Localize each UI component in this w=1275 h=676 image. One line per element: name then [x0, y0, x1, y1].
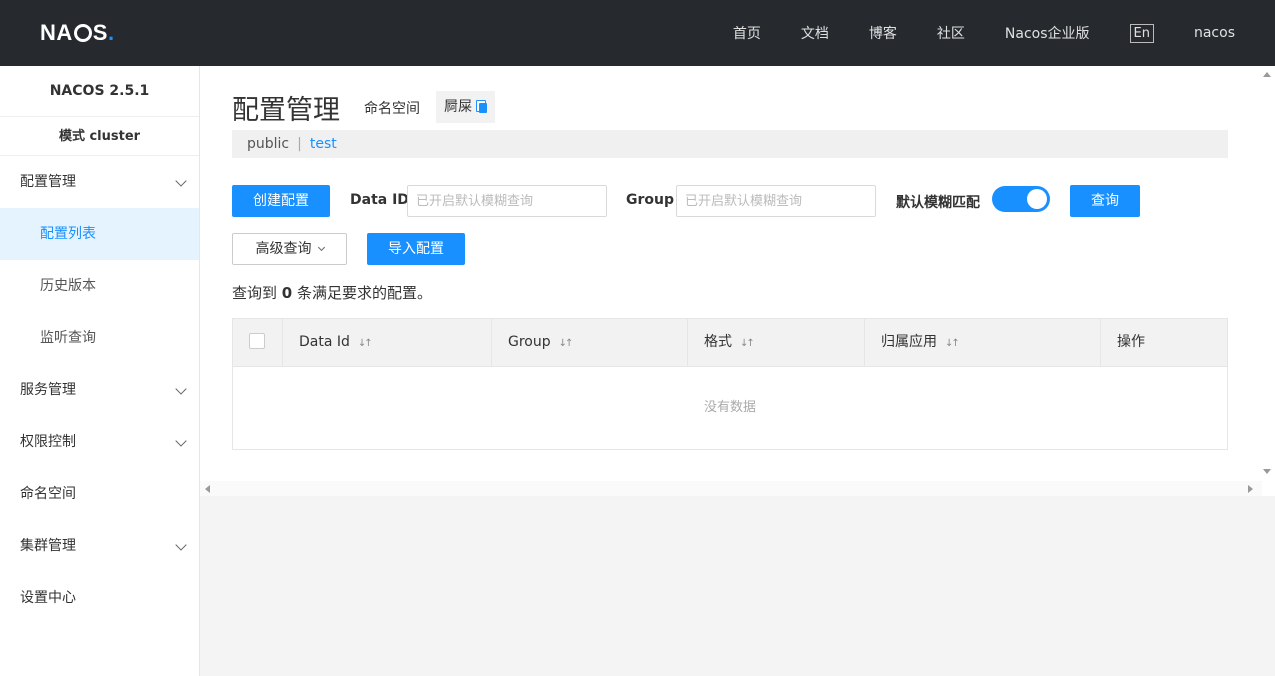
column-label: 归属应用: [881, 334, 937, 350]
scroll-right-icon[interactable]: [1248, 485, 1253, 493]
horizontal-scrollbar[interactable]: [200, 481, 1262, 496]
nav-home[interactable]: 首页: [733, 23, 761, 43]
sidebar-item-label: 配置管理: [20, 174, 76, 190]
sidebar-item-label: 命名空间: [20, 486, 76, 502]
mode-label: 模式 cluster: [0, 117, 199, 156]
sidebar-item-namespace[interactable]: 命名空间: [0, 468, 199, 520]
sort-icon[interactable]: ↓↑: [358, 320, 373, 367]
column-label: 格式: [704, 334, 732, 350]
group-label: Group: [626, 192, 675, 208]
sidebar: NACOS 2.5.1 模式 cluster 配置管理 配置列表 历史版本 监听…: [0, 66, 200, 676]
nacos-logo[interactable]: NA S.: [40, 20, 115, 46]
search-button[interactable]: 查询: [1070, 185, 1140, 217]
dataid-label: Data ID: [350, 192, 409, 208]
advanced-search-label: 高级查询: [255, 241, 312, 257]
namespace-bar: public | test: [232, 130, 1228, 158]
create-config-button[interactable]: 创建配置: [232, 185, 330, 217]
result-count: 0: [281, 284, 293, 302]
language-switch[interactable]: En: [1129, 23, 1154, 43]
chevron-down-icon: [175, 175, 187, 187]
top-navbar: NA S. 首页 文档 博客 社区 Nacos企业版 En nacos: [0, 0, 1275, 66]
sidebar-item-cluster-management[interactable]: 集群管理: [0, 520, 199, 572]
namespace-label: 命名空间: [364, 101, 420, 117]
namespace-test[interactable]: test: [310, 136, 337, 152]
import-config-button[interactable]: 导入配置: [367, 233, 465, 265]
result-suffix: 条满足要求的配置。: [297, 284, 433, 302]
chevron-down-icon: [317, 243, 325, 252]
fuzzy-match-label: 默认模糊匹配: [896, 195, 980, 211]
main-content: 配置管理 命名空间 屙屎 public | test 创建配置 Data ID Gr…: [200, 66, 1275, 496]
config-table: Data Id ↓↑ Group ↓↑ 格式 ↓↑ 归属应用 ↓↑ 操作 没有数据: [232, 318, 1228, 450]
sort-icon[interactable]: ↓↑: [559, 320, 574, 367]
column-label: Data Id: [299, 334, 350, 350]
sort-icon[interactable]: ↓↑: [740, 320, 755, 367]
scroll-left-icon[interactable]: [205, 485, 210, 493]
copy-icon[interactable]: [476, 100, 487, 113]
result-summary: 查询到 0 条满足要求的配置。: [232, 282, 432, 303]
table-header: Data Id ↓↑ Group ↓↑ 格式 ↓↑ 归属应用 ↓↑ 操作: [233, 319, 1227, 367]
sidebar-item-permissions[interactable]: 权限控制: [0, 416, 199, 468]
dataid-search-input[interactable]: [407, 185, 607, 217]
column-group[interactable]: Group ↓↑: [492, 319, 688, 366]
scroll-down-icon[interactable]: [1263, 469, 1271, 474]
chevron-down-icon: [175, 539, 187, 551]
namespace-value: 屙屎: [444, 99, 472, 115]
chevron-down-icon: [175, 383, 187, 395]
sort-icon[interactable]: ↓↑: [945, 320, 960, 367]
user-menu[interactable]: nacos: [1194, 25, 1235, 41]
select-all-checkbox[interactable]: [249, 333, 265, 349]
select-all-cell: [233, 319, 283, 366]
column-label: 操作: [1117, 334, 1145, 350]
sidebar-item-listener-query[interactable]: 监听查询: [0, 312, 199, 364]
fuzzy-match-toggle[interactable]: [992, 186, 1050, 212]
sidebar-item-label: 集群管理: [20, 538, 76, 554]
sidebar-item-settings[interactable]: 设置中心: [0, 572, 199, 624]
chevron-down-icon: [175, 435, 187, 447]
column-format[interactable]: 格式 ↓↑: [688, 319, 865, 366]
scroll-up-icon[interactable]: [1263, 72, 1271, 77]
sidebar-item-label: 配置列表: [40, 226, 96, 242]
sidebar-item-label: 服务管理: [20, 382, 76, 398]
page-title: 配置管理: [232, 95, 340, 126]
top-nav: 首页 文档 博客 社区 Nacos企业版 En nacos: [693, 0, 1235, 66]
nav-docs[interactable]: 文档: [801, 23, 829, 43]
column-data-id[interactable]: Data Id ↓↑: [283, 319, 492, 366]
sidebar-item-label: 设置中心: [20, 590, 76, 606]
namespace-public[interactable]: public: [247, 136, 289, 152]
nav-community[interactable]: 社区: [937, 23, 965, 43]
column-app[interactable]: 归属应用 ↓↑: [865, 319, 1101, 366]
sidebar-item-history[interactable]: 历史版本: [0, 260, 199, 312]
sidebar-item-label: 历史版本: [40, 278, 96, 294]
sidebar-item-config-list[interactable]: 配置列表: [0, 208, 199, 260]
column-label: Group: [508, 334, 551, 350]
sidebar-item-label: 监听查询: [40, 330, 96, 346]
version-label: NACOS 2.5.1: [0, 66, 199, 117]
advanced-search-button[interactable]: 高级查询: [232, 233, 347, 265]
namespace-separator: |: [297, 136, 302, 152]
sidebar-item-config-management[interactable]: 配置管理: [0, 156, 199, 208]
column-actions: 操作: [1101, 319, 1227, 366]
toggle-knob: [1027, 189, 1047, 209]
group-search-input[interactable]: [676, 185, 876, 217]
empty-state: 没有数据: [703, 400, 756, 415]
sidebar-item-service-management[interactable]: 服务管理: [0, 364, 199, 416]
result-prefix: 查询到: [232, 284, 278, 302]
nav-enterprise[interactable]: Nacos企业版: [1005, 23, 1090, 43]
nav-blog[interactable]: 博客: [869, 23, 897, 43]
namespace-tag[interactable]: 屙屎: [436, 91, 495, 123]
sidebar-item-label: 权限控制: [20, 434, 76, 450]
